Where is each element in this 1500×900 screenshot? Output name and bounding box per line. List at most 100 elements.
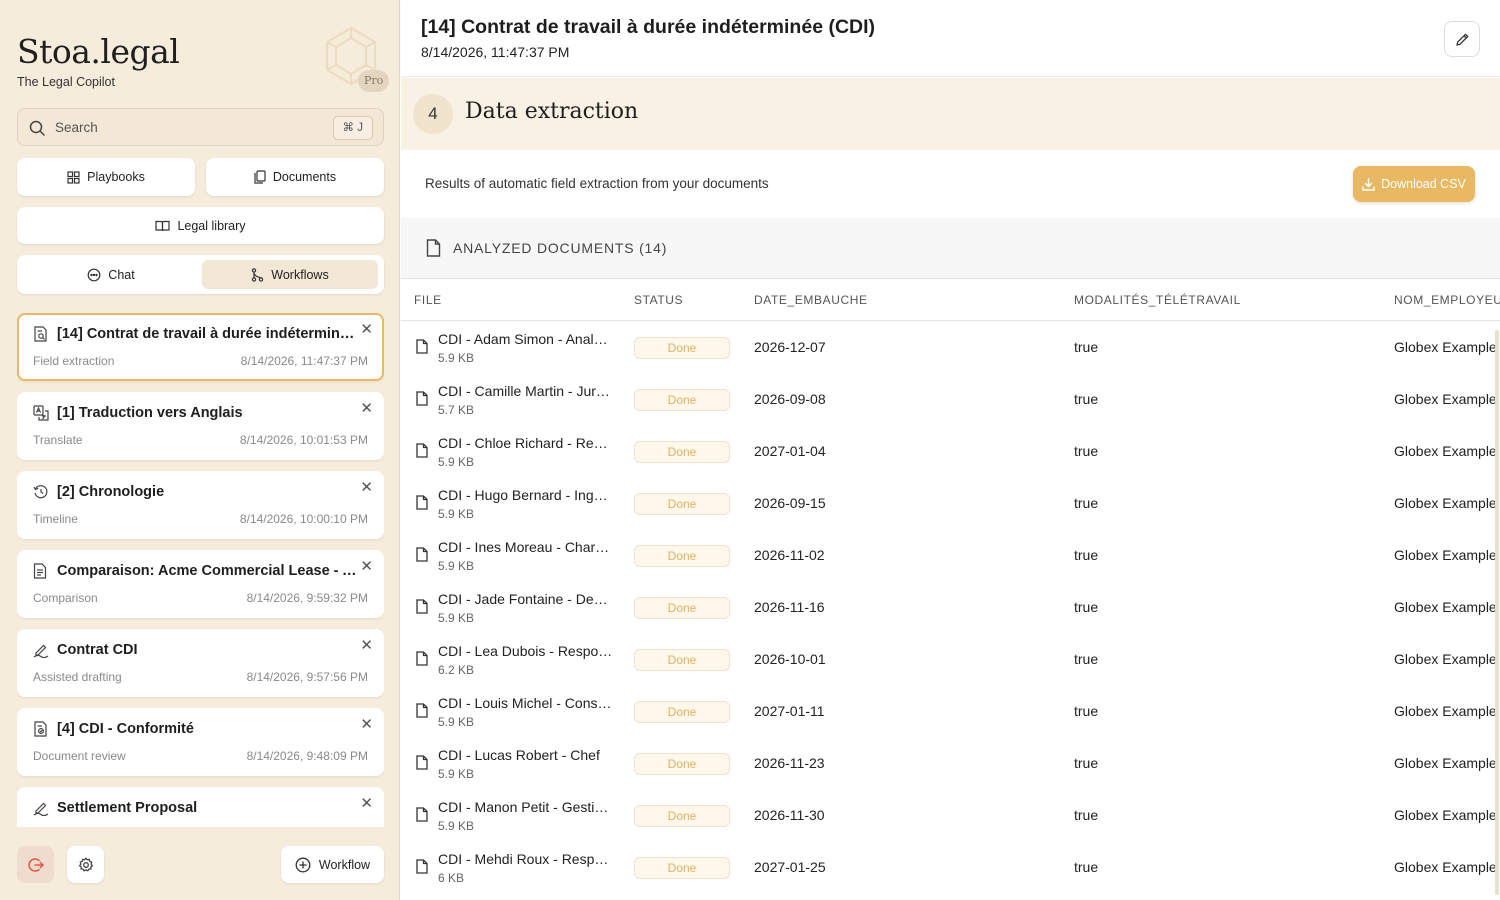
table-row[interactable]: CDI - Chloe Richard - Responsable 5.9 KB…	[401, 425, 1500, 477]
documents-button[interactable]: Documents	[206, 158, 384, 196]
settings-button[interactable]	[67, 846, 104, 883]
table-row[interactable]: CDI - Mehdi Roux - Responsable 6 KB Done…	[401, 841, 1500, 893]
file-size: 5.9 KB	[438, 507, 475, 521]
brand-title: Stoa.legal	[17, 32, 180, 71]
table-row[interactable]: CDI - Manon Petit - Gestionnaire 5.9 KB …	[401, 789, 1500, 841]
date-embauche-cell: 2026-10-01	[754, 651, 826, 667]
step-number: 4	[413, 94, 453, 134]
table-row[interactable]: CDI - Lucas Robert - Chef 5.9 KB Done 20…	[401, 737, 1500, 789]
signature-icon	[33, 642, 49, 658]
column-header-nom-employeur[interactable]: NOM_EMPLOYEUR	[1394, 293, 1500, 307]
extraction-description: Results of automatic field extraction fr…	[425, 176, 769, 191]
employeur-cell: Globex Example	[1394, 339, 1497, 355]
workflow-card[interactable]: [1] Traduction vers Anglais ✕ Translate …	[17, 392, 384, 460]
date-embauche-cell: 2026-09-15	[754, 495, 826, 511]
tab-workflows-label: Workflows	[271, 267, 329, 282]
file-size: 5.9 KB	[438, 559, 475, 573]
playbooks-button[interactable]: Playbooks	[17, 158, 195, 196]
column-header-status[interactable]: STATUS	[634, 293, 683, 307]
status-badge: Done	[634, 337, 730, 359]
branch-icon	[251, 267, 264, 282]
status-badge: Done	[634, 753, 730, 775]
workflow-type: Comparison	[33, 591, 98, 605]
page-header: [14] Contrat de travail à durée indéterm…	[401, 0, 1500, 77]
file-name[interactable]: CDI - Lucas Robert - Chef	[438, 747, 613, 763]
step-banner: 4 Data extraction	[401, 78, 1500, 150]
new-workflow-button[interactable]: Workflow	[281, 846, 384, 883]
teletravail-cell: true	[1074, 859, 1099, 875]
date-embauche-cell: 2026-11-23	[754, 755, 825, 771]
search-shortcut: ⌘ J	[332, 116, 373, 140]
compare-doc-icon	[33, 563, 47, 579]
close-icon[interactable]: ✕	[360, 796, 373, 811]
new-workflow-label: Workflow	[318, 857, 371, 872]
file-name[interactable]: CDI - Lea Dubois - Responsable	[438, 643, 613, 659]
employeur-cell: Globex Example	[1394, 443, 1497, 459]
column-header-file[interactable]: FILE	[414, 293, 442, 307]
teletravail-cell: true	[1074, 599, 1099, 615]
translate-icon	[33, 405, 49, 421]
legal-library-button[interactable]: Legal library	[17, 207, 384, 244]
workflow-title: Contrat CDI	[57, 642, 138, 658]
scrollbar[interactable]	[1495, 330, 1499, 895]
close-icon[interactable]: ✕	[360, 480, 373, 495]
workflow-card[interactable]: Contrat CDI ✕ Assisted drafting 8/14/202…	[17, 629, 384, 697]
close-icon[interactable]: ✕	[360, 559, 373, 574]
employeur-cell: Globex Example	[1394, 547, 1497, 563]
column-header-modalites-teletravail[interactable]: MODALITÉS_TÉLÉTRAVAIL	[1074, 293, 1241, 307]
file-size: 5.9 KB	[438, 767, 475, 781]
edit-button[interactable]	[1444, 21, 1480, 57]
legal-library-label: Legal library	[177, 218, 246, 233]
file-icon	[416, 391, 428, 406]
tab-chat-label: Chat	[108, 267, 135, 282]
column-header-date-embauche[interactable]: DATE_EMBAUCHE	[754, 293, 868, 307]
download-csv-button[interactable]: Download CSV	[1353, 166, 1475, 202]
table-header: FILE STATUS DATE_EMBAUCHE MODALITÉS_TÉLÉ…	[401, 280, 1500, 321]
extraction-doc-icon	[33, 326, 48, 342]
workflow-card[interactable]: Settlement Proposal ✕ Assisted drafting	[17, 787, 384, 827]
table-row[interactable]: CDI - Adam Simon - Analyste 5.9 KB Done …	[401, 321, 1500, 373]
file-name[interactable]: CDI - Adam Simon - Analyste	[438, 331, 613, 347]
table-row[interactable]: CDI - Camille Martin - Juriste 5.7 KB Do…	[401, 373, 1500, 425]
employeur-cell: Globex Example	[1394, 807, 1497, 823]
file-name[interactable]: CDI - Camille Martin - Juriste	[438, 383, 613, 399]
date-embauche-cell: 2027-01-11	[754, 703, 825, 719]
file-size: 5.9 KB	[438, 351, 475, 365]
tab-workflows[interactable]: Workflows	[202, 260, 378, 289]
step-title: Data extraction	[465, 99, 639, 124]
file-name[interactable]: CDI - Jade Fontaine - Designer	[438, 591, 613, 607]
close-icon[interactable]: ✕	[360, 638, 373, 653]
file-name[interactable]: CDI - Hugo Bernard - Ingénieur	[438, 487, 613, 503]
workflow-card[interactable]: [14] Contrat de travail à durée indéterm…	[17, 313, 384, 381]
search-input[interactable]: Search ⌘ J	[17, 108, 384, 146]
table-row[interactable]: CDI - Ines Moreau - Chargée 5.9 KB Done …	[401, 529, 1500, 581]
table-row[interactable]: CDI - Louis Michel - Consultant 5.9 KB D…	[401, 685, 1500, 737]
pro-badge: Pro	[358, 70, 390, 92]
workflow-card[interactable]: Comparaison: Acme Commercial Lease - Acm…	[17, 550, 384, 618]
file-name[interactable]: CDI - Chloe Richard - Responsable	[438, 435, 613, 451]
workflow-card[interactable]: [2] Chronologie ✕ Timeline 8/14/2026, 10…	[17, 471, 384, 539]
table-row[interactable]: CDI - Jade Fontaine - Designer 5.9 KB Do…	[401, 581, 1500, 633]
table-row[interactable]: CDI - Hugo Bernard - Ingénieur 5.9 KB Do…	[401, 477, 1500, 529]
file-name[interactable]: CDI - Ines Moreau - Chargée	[438, 539, 613, 555]
workflow-card[interactable]: [4] CDI - Conformité ✕ Document review 8…	[17, 708, 384, 776]
workflow-type: Timeline	[33, 512, 78, 526]
documents-icon	[254, 170, 266, 184]
close-icon[interactable]: ✕	[360, 717, 373, 732]
workflow-date: 8/14/2026, 9:48:09 PM	[246, 749, 368, 763]
file-name[interactable]: CDI - Louis Michel - Consultant	[438, 695, 613, 711]
close-icon[interactable]: ✕	[360, 322, 373, 337]
employeur-cell: Globex Example	[1394, 651, 1497, 667]
teletravail-cell: true	[1074, 547, 1099, 563]
table-row[interactable]: CDI - Lea Dubois - Responsable 6.2 KB Do…	[401, 633, 1500, 685]
employeur-cell: Globex Example	[1394, 599, 1497, 615]
workflow-type: Field extraction	[33, 354, 115, 368]
tab-chat[interactable]: Chat	[22, 260, 200, 289]
file-size: 6 KB	[438, 871, 465, 885]
mode-toggle: Chat Workflows	[17, 255, 384, 294]
file-icon	[416, 495, 428, 510]
file-name[interactable]: CDI - Mehdi Roux - Responsable	[438, 851, 613, 867]
logout-button[interactable]	[17, 846, 54, 883]
file-name[interactable]: CDI - Manon Petit - Gestionnaire	[438, 799, 613, 815]
close-icon[interactable]: ✕	[360, 401, 373, 416]
